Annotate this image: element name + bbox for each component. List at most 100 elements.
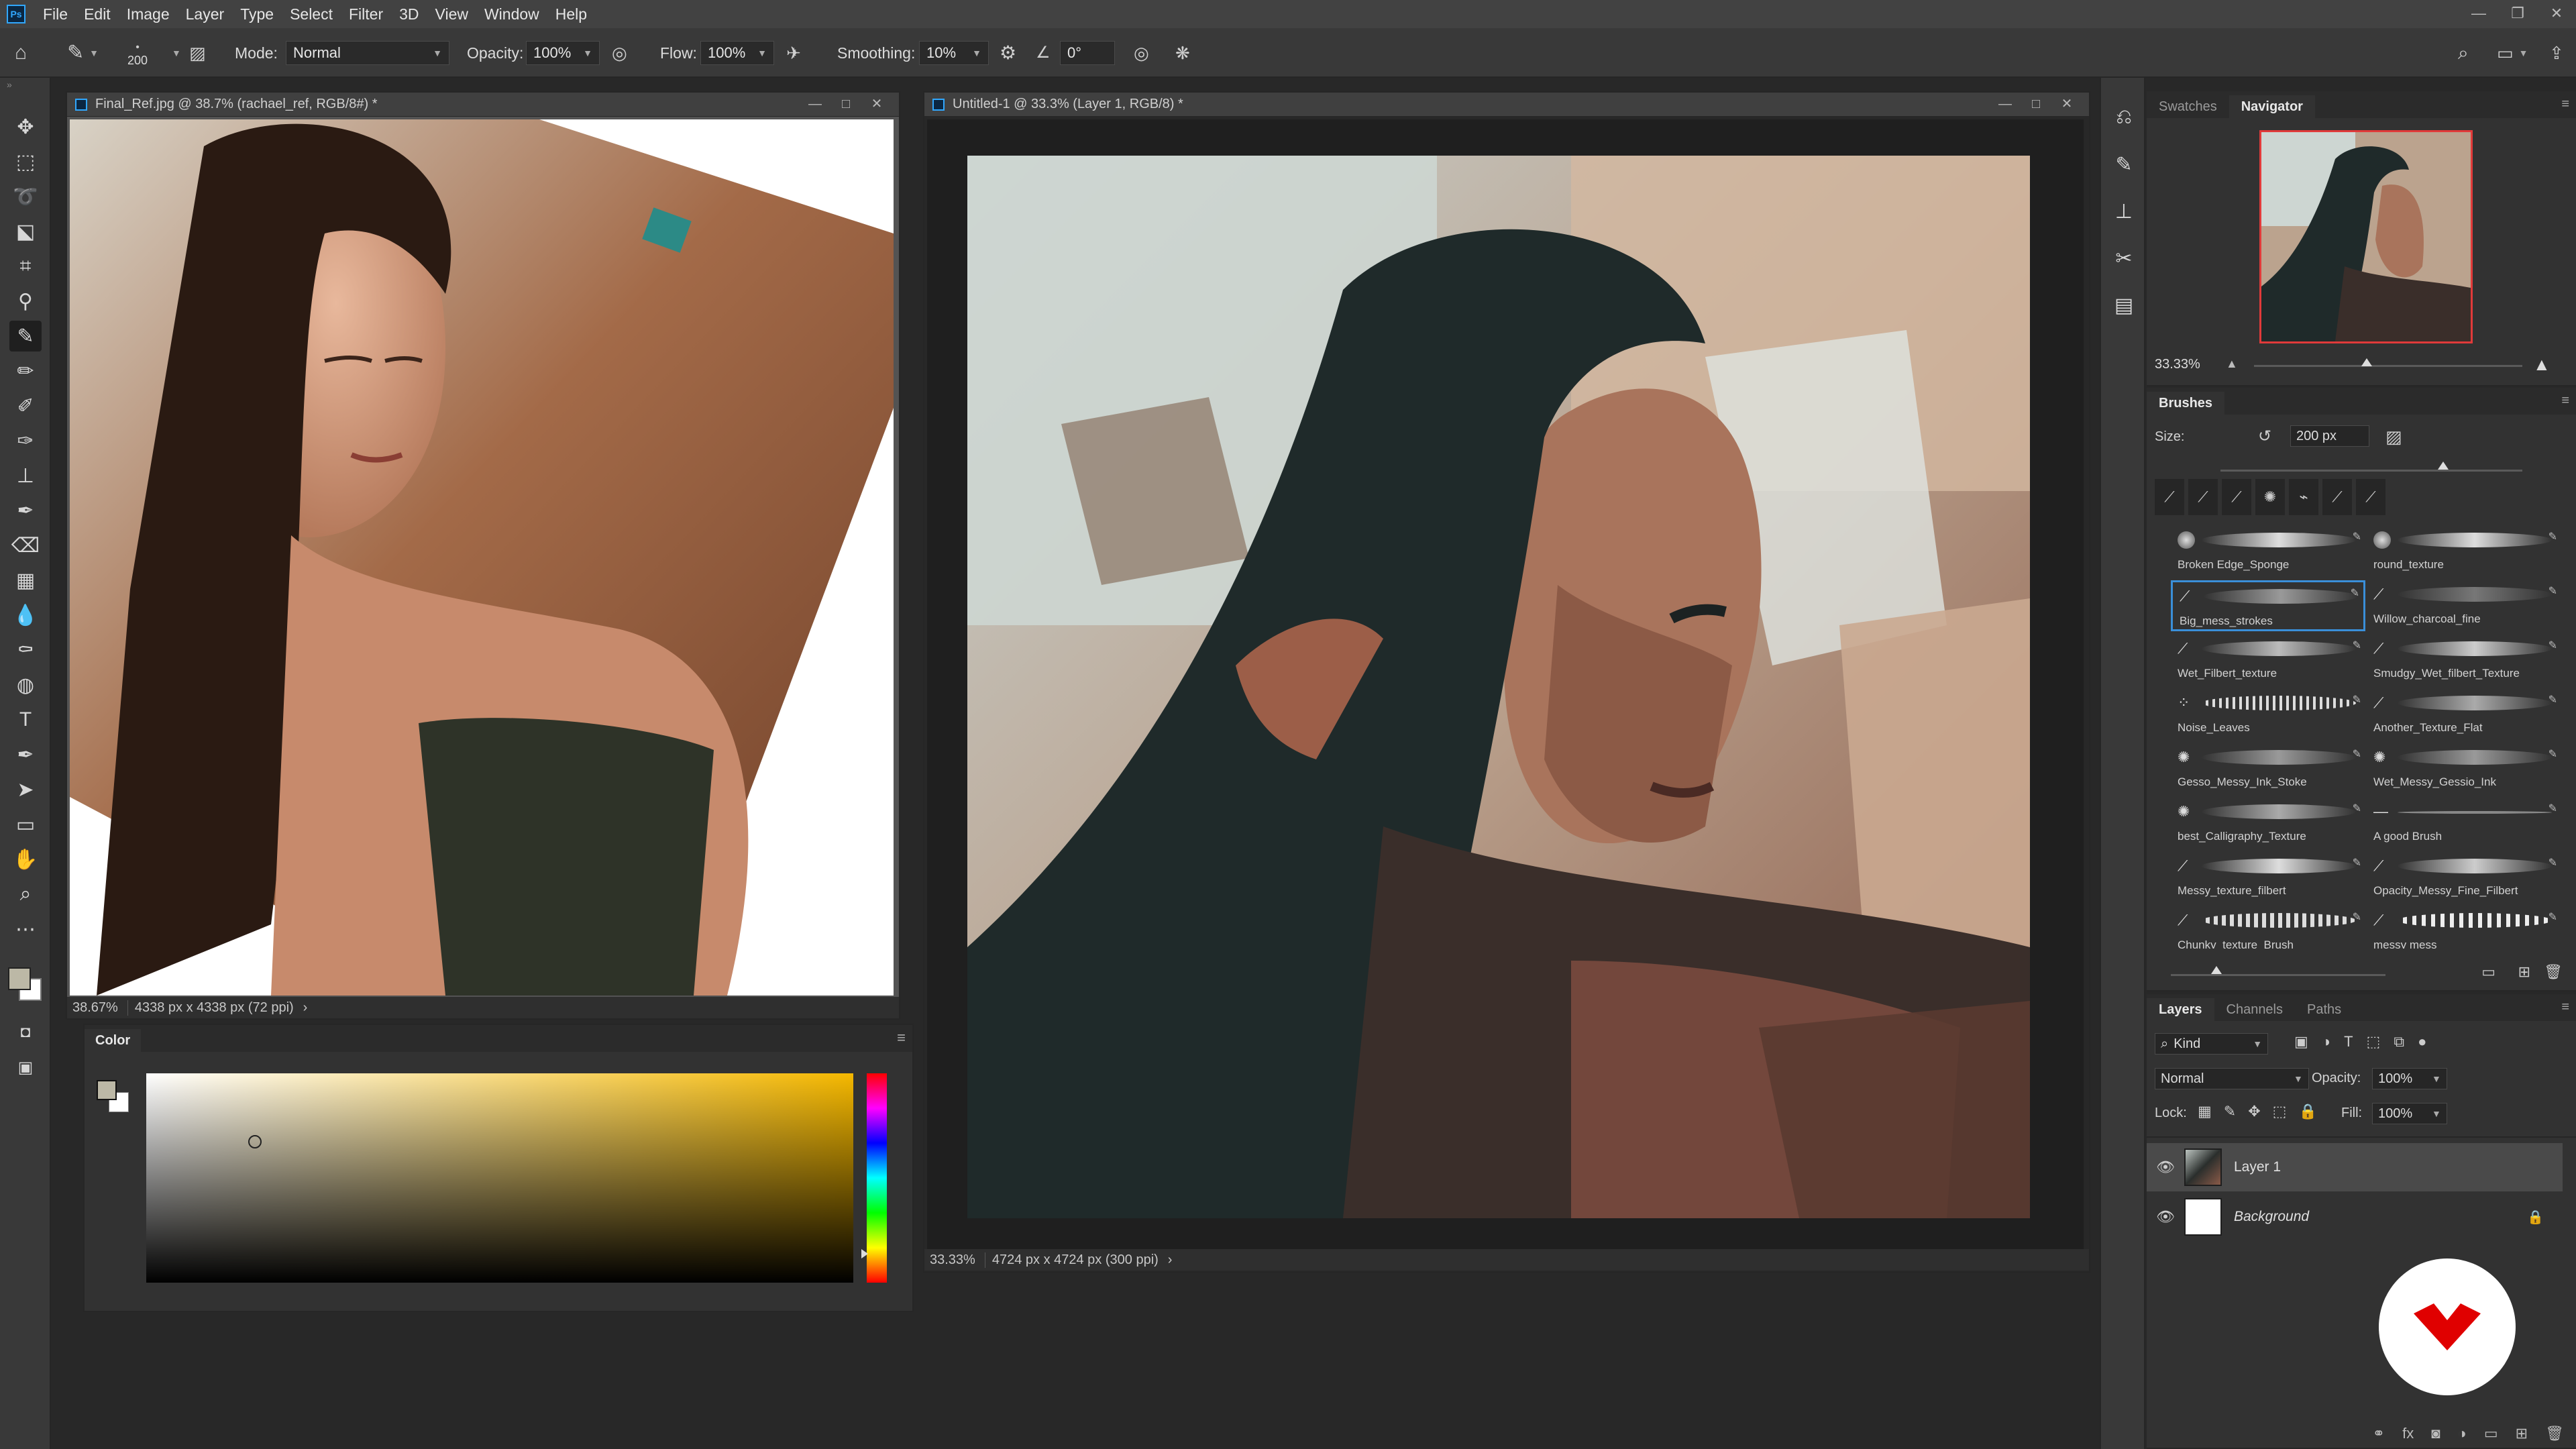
- new-brush-icon[interactable]: ⊞: [2518, 963, 2530, 981]
- brush-size-slider[interactable]: [2220, 462, 2522, 472]
- edit-pencil-icon[interactable]: ✎: [2548, 910, 2557, 924]
- visibility-eye-icon[interactable]: 👁: [2147, 1159, 2184, 1176]
- screen-mode-icon[interactable]: ▣: [9, 1052, 42, 1083]
- adjustment-layer-icon[interactable]: ◑: [2458, 1425, 2467, 1442]
- lasso-tool-icon[interactable]: ➰: [9, 181, 42, 212]
- tab-swatches[interactable]: Swatches: [2147, 95, 2229, 118]
- main-canvas-area[interactable]: [927, 119, 2084, 1257]
- new-layer-icon[interactable]: ⊞: [2516, 1425, 2528, 1442]
- zoom-out-icon[interactable]: ▲: [2226, 357, 2238, 371]
- eyedropper-tool-icon[interactable]: ⚲: [9, 286, 42, 317]
- history-panel-icon[interactable]: ⎌: [2108, 102, 2140, 133]
- brush-item[interactable]: ⟋ Wet_Filbert_texture ✎: [2171, 635, 2365, 686]
- filter-smart-object-icon[interactable]: ⧉: [2394, 1033, 2404, 1051]
- home-icon[interactable]: ⌂: [15, 40, 27, 66]
- edit-pencil-icon[interactable]: ✎: [2548, 802, 2557, 815]
- healing-brush-tool-icon[interactable]: ✒: [9, 495, 42, 526]
- layer-row-background[interactable]: 👁 Background 🔒: [2147, 1193, 2563, 1241]
- mode-select[interactable]: Normal ▼: [286, 40, 449, 66]
- menu-3d[interactable]: 3D: [391, 5, 427, 23]
- reference-zoom[interactable]: 38.67%: [72, 1000, 128, 1016]
- edit-pencil-icon[interactable]: ✎: [2353, 639, 2361, 652]
- pressure-size-icon[interactable]: ◎: [1134, 40, 1149, 66]
- pen-tool-icon[interactable]: ✒: [9, 739, 42, 770]
- brush-picker-caret[interactable]: ▼: [166, 40, 181, 66]
- sponge-tool-icon[interactable]: ◍: [9, 669, 42, 700]
- smoothing-input[interactable]: 10% ▼: [919, 40, 989, 66]
- brush-item[interactable]: ⟋ Another_Texture_Flat ✎: [2367, 689, 2561, 740]
- edit-pencil-icon[interactable]: ✎: [2548, 747, 2557, 761]
- angle-input[interactable]: 0°: [1060, 40, 1115, 66]
- edit-pencil-icon[interactable]: ✎: [2353, 530, 2361, 543]
- ref-minimize-icon[interactable]: —: [800, 93, 830, 115]
- tab-paths[interactable]: Paths: [2295, 998, 2353, 1021]
- brush-item[interactable]: ⟋ Chunky_texture_Brush ✎: [2171, 906, 2365, 949]
- reset-size-icon[interactable]: ↺: [2258, 427, 2271, 446]
- blur-tool-icon[interactable]: 💧: [9, 600, 42, 631]
- menu-image[interactable]: Image: [119, 5, 178, 23]
- brush-size-handle[interactable]: [2438, 462, 2449, 470]
- saturation-brightness-field[interactable]: [146, 1073, 853, 1283]
- zoom-in-icon[interactable]: ▲: [2533, 354, 2551, 375]
- brush-item[interactable]: ⟋ Opacity_Messy_Fine_Filbert ✎: [2367, 852, 2561, 903]
- layer-style-fx-icon[interactable]: fx: [2402, 1425, 2414, 1442]
- main-close-icon[interactable]: ✕: [2051, 93, 2082, 115]
- main-zoom[interactable]: 33.33%: [930, 1252, 985, 1268]
- filter-shape-icon[interactable]: ⬚: [2367, 1033, 2381, 1051]
- delete-layer-icon[interactable]: 🗑: [2545, 1425, 2564, 1442]
- tab-brushes[interactable]: Brushes: [2147, 392, 2225, 415]
- brush-item[interactable]: ✺ Gesso_Messy_Ink_Stoke ✎: [2171, 743, 2365, 794]
- menu-layer[interactable]: Layer: [178, 5, 233, 23]
- brushes-menu-icon[interactable]: ≡: [2561, 393, 2569, 409]
- visibility-eye-icon[interactable]: 👁: [2147, 1208, 2184, 1226]
- zoom-tool-icon[interactable]: ⌕: [9, 879, 42, 910]
- menu-edit[interactable]: Edit: [76, 5, 119, 23]
- painting-canvas[interactable]: [967, 156, 2030, 1218]
- share-icon[interactable]: ⇪: [2549, 40, 2564, 66]
- recent-brush-6-icon[interactable]: ⟋: [2322, 479, 2352, 515]
- opacity-input[interactable]: 100% ▼: [526, 40, 600, 66]
- type-tool-icon[interactable]: T: [9, 704, 42, 735]
- edit-pencil-icon[interactable]: ✎: [2353, 693, 2361, 706]
- collapse-toolbar-icon[interactable]: »: [7, 79, 12, 90]
- brush-preview-slider[interactable]: [2171, 966, 2385, 976]
- brush-item[interactable]: Broken Edge_Sponge ✎: [2171, 526, 2365, 577]
- color-panel-tab[interactable]: Color: [85, 1029, 142, 1052]
- menu-select[interactable]: Select: [282, 5, 341, 23]
- brush-item[interactable]: ⟋ Smudgy_Wet_filbert_Texture ✎: [2367, 635, 2561, 686]
- navigator-zoom-slider[interactable]: [2254, 358, 2522, 367]
- history-brush-tool-icon[interactable]: ✑: [9, 425, 42, 456]
- tool-presets-panel-icon[interactable]: ✂: [2108, 243, 2140, 274]
- airbrush-icon[interactable]: ✈: [786, 40, 801, 66]
- quick-mask-icon[interactable]: ◘: [9, 1017, 42, 1048]
- recent-brush-2-icon[interactable]: ⟋: [2188, 479, 2218, 515]
- edit-pencil-icon[interactable]: ✎: [2351, 586, 2359, 600]
- edit-pencil-icon[interactable]: ✎: [2353, 747, 2361, 761]
- brush-item[interactable]: ⁘ Noise_Leaves ✎: [2171, 689, 2365, 740]
- layer-filter-kind[interactable]: ⌕ Kind ▼: [2155, 1033, 2269, 1055]
- dodge-tool-icon[interactable]: ⚰: [9, 635, 42, 665]
- main-maximize-icon[interactable]: □: [2021, 93, 2051, 115]
- lock-transparent-icon[interactable]: ▦: [2198, 1103, 2212, 1120]
- menu-file[interactable]: File: [35, 5, 76, 23]
- symmetry-icon[interactable]: ❋: [1175, 40, 1190, 66]
- link-layers-icon[interactable]: ⚭: [2373, 1425, 2385, 1442]
- restore-icon[interactable]: ❐: [2498, 0, 2537, 28]
- status-expand-icon[interactable]: ›: [303, 1000, 308, 1016]
- more-tools-icon[interactable]: ⋯: [9, 914, 42, 945]
- search-icon[interactable]: ⌕: [2458, 40, 2469, 66]
- reference-canvas[interactable]: [70, 119, 894, 996]
- new-group-icon[interactable]: ▭: [2484, 1425, 2498, 1442]
- navigator-zoom-handle[interactable]: [2361, 358, 2372, 366]
- ref-close-icon[interactable]: ✕: [861, 93, 892, 115]
- new-brush-group-icon[interactable]: ▭: [2481, 963, 2496, 981]
- edit-pencil-icon[interactable]: ✎: [2353, 910, 2361, 924]
- reference-document-title-bar[interactable]: Final_Ref.jpg @ 38.7% (rachael_ref, RGB/…: [67, 93, 899, 117]
- filter-pixel-icon[interactable]: ▣: [2294, 1033, 2308, 1051]
- add-mask-icon[interactable]: ◙: [2431, 1425, 2440, 1442]
- brush-tool-preset-icon[interactable]: ✎ ▼: [67, 40, 99, 66]
- flow-input[interactable]: 100% ▼: [700, 40, 774, 66]
- layer-row-layer-1[interactable]: 👁 Layer 1: [2147, 1143, 2563, 1191]
- ref-maximize-icon[interactable]: □: [830, 93, 861, 115]
- workspace-icon[interactable]: ▭ ▼: [2497, 40, 2528, 66]
